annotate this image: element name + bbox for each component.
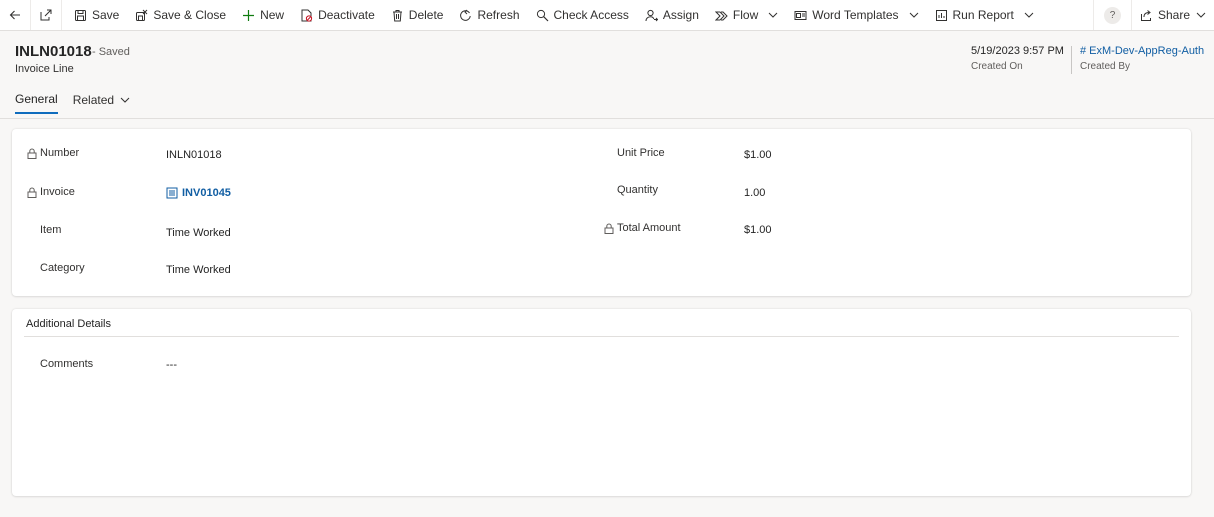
header-divider (1071, 46, 1072, 74)
created-on-field: 5/19/2023 9:57 PM Created On (971, 45, 1064, 72)
share-button[interactable]: Share (1132, 0, 1214, 30)
refresh-button[interactable]: Refresh (451, 0, 527, 30)
created-by-link[interactable]: # ExM-Dev-AppReg-Auth (1080, 45, 1204, 57)
chevron-down-icon (120, 97, 130, 103)
invoice-label-text: Invoice (40, 186, 75, 198)
save-close-button[interactable]: Save & Close (127, 0, 234, 30)
lock-icon (604, 223, 614, 234)
new-button[interactable]: New (234, 0, 292, 30)
trash-icon (392, 9, 402, 21)
lock-icon (27, 148, 37, 159)
command-bar-right: ? Share (1092, 0, 1214, 30)
deactivate-button[interactable]: Deactivate (292, 0, 383, 30)
flow-icon (714, 11, 728, 20)
delete-label: Delete (408, 8, 444, 22)
report-icon (935, 9, 947, 21)
word-templates-button[interactable]: Word Templates (786, 0, 926, 30)
additional-details-section: Additional Details Comments --- (12, 309, 1191, 496)
new-label: New (260, 8, 285, 22)
invoice-value: INV01045 (182, 187, 231, 199)
quantity-label: Quantity (617, 184, 658, 196)
flow-label: Flow (732, 8, 759, 22)
word-templates-icon (794, 10, 807, 20)
lock-icon (27, 187, 37, 198)
check-access-icon (536, 9, 548, 21)
unit-price-value: $1.00 (744, 149, 772, 161)
assign-icon (645, 9, 658, 21)
check-access-button[interactable]: Check Access (528, 0, 637, 30)
form-tabs: General Related (15, 92, 145, 114)
number-label-text: Number (40, 147, 80, 159)
tab-related[interactable]: Related (73, 92, 130, 114)
flow-button[interactable]: Flow (707, 0, 786, 30)
command-bar: Save Save & Close New Deactivate Delete … (0, 0, 1214, 31)
refresh-icon (460, 9, 472, 21)
save-close-icon (136, 9, 148, 21)
open-new-window-icon (40, 9, 52, 21)
item-label: Item (40, 224, 62, 236)
chevron-down-icon (909, 12, 918, 18)
number-value: INLN01018 (166, 149, 222, 161)
created-on-label: Created On (971, 61, 1023, 72)
created-on-value: 5/19/2023 9:57 PM (971, 45, 1064, 57)
check-access-label: Check Access (553, 8, 629, 22)
item-value: Time Worked (166, 227, 231, 239)
deactivate-label: Deactivate (318, 8, 375, 22)
refresh-label: Refresh (477, 8, 520, 22)
created-by-field: # ExM-Dev-AppReg-Auth Created By (1080, 45, 1204, 72)
tab-divider (0, 118, 1214, 119)
tab-general-label: General (15, 92, 58, 106)
number-label: Number (27, 147, 79, 159)
general-section: Number INLN01018 Invoice INV01045 Item T… (12, 129, 1191, 296)
created-by-label: Created By (1080, 61, 1131, 72)
section-divider (24, 336, 1179, 337)
total-amount-value: $1.00 (744, 224, 772, 236)
help-button[interactable]: ? (1103, 6, 1121, 24)
plus-icon (243, 9, 255, 21)
tab-general[interactable]: General (15, 92, 58, 114)
save-close-label: Save & Close (153, 8, 227, 22)
back-arrow-icon (9, 10, 20, 20)
category-label: Category (40, 262, 85, 274)
category-value: Time Worked (166, 264, 231, 276)
record-title: INLN01018 (15, 43, 92, 60)
open-in-new-window-button[interactable] (31, 0, 62, 30)
entity-name: Invoice Line (15, 63, 74, 75)
save-status: - Saved (92, 46, 130, 58)
share-label: Share (1157, 8, 1190, 22)
unit-price-label: Unit Price (617, 147, 665, 159)
run-report-label: Run Report (952, 8, 1014, 22)
invoice-label: Invoice (27, 186, 75, 198)
total-amount-label: Total Amount (604, 222, 681, 234)
save-icon (75, 9, 86, 21)
chevron-down-icon (1196, 12, 1206, 18)
total-amount-label-text: Total Amount (617, 222, 681, 234)
delete-button[interactable]: Delete (383, 0, 452, 30)
section-title: Additional Details (26, 318, 111, 330)
back-button[interactable] (0, 0, 31, 30)
share-icon (1140, 9, 1151, 21)
save-button[interactable]: Save (66, 0, 127, 30)
invoice-lookup-link[interactable]: INV01045 (166, 187, 231, 199)
comments-label: Comments (40, 358, 94, 370)
save-label: Save (92, 8, 120, 22)
run-report-button[interactable]: Run Report (927, 0, 1042, 30)
chevron-down-icon (768, 12, 778, 18)
word-templates-label: Word Templates (812, 8, 899, 22)
assign-label: Assign (662, 8, 699, 22)
comments-value[interactable]: --- (166, 359, 177, 371)
assign-button[interactable]: Assign (637, 0, 707, 30)
quantity-value: 1.00 (744, 187, 766, 199)
deactivate-icon (301, 9, 313, 22)
invoice-entity-icon (166, 187, 178, 199)
tab-related-label: Related (72, 93, 115, 107)
chevron-down-icon (1024, 12, 1034, 18)
